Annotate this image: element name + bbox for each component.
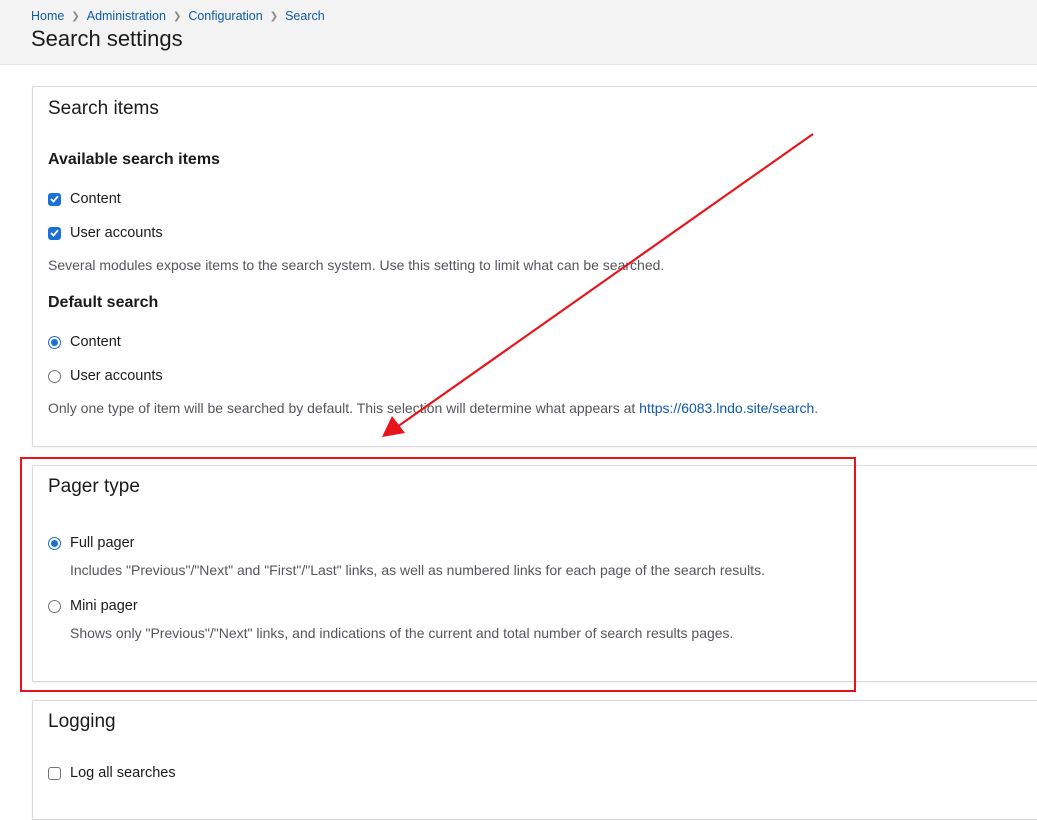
- page-title: Search settings: [31, 26, 183, 51]
- pager-option-full-description: Includes "Previous"/"Next" and "First"/"…: [70, 562, 765, 578]
- available-item-content[interactable]: Content: [48, 191, 121, 207]
- pager-option-full-label: Full pager: [70, 535, 135, 551]
- pager-type-title: Pager type: [48, 476, 140, 497]
- default-search-user-accounts[interactable]: User accounts: [48, 368, 163, 384]
- search-page-link[interactable]: https://6083.lndo.site/search: [639, 400, 814, 416]
- default-search-description-suffix: .: [814, 400, 819, 416]
- pager-option-full[interactable]: Full pager: [48, 535, 134, 551]
- chevron-right-icon: ❯: [71, 10, 80, 22]
- default-search-user-accounts-label: User accounts: [70, 368, 163, 384]
- breadcrumb-administration-link[interactable]: Administration: [87, 9, 166, 23]
- checkbox-checked-icon[interactable]: [48, 226, 61, 240]
- pager-type-card: Pager type Full pager Includes "Previous…: [32, 465, 1037, 682]
- logging-title: Logging: [48, 711, 116, 732]
- radio-unselected-icon[interactable]: [48, 369, 61, 383]
- log-all-searches-option[interactable]: Log all searches: [48, 765, 176, 781]
- default-search-description: Only one type of item will be searched b…: [48, 400, 818, 416]
- breadcrumb-home-link[interactable]: Home: [31, 9, 64, 23]
- radio-selected-icon[interactable]: [48, 536, 61, 550]
- radio-selected-icon[interactable]: [48, 335, 61, 349]
- logging-card: Logging Log all searches: [32, 700, 1037, 820]
- default-search-description-text: Only one type of item will be searched b…: [48, 400, 640, 416]
- default-search-content[interactable]: Content: [48, 334, 121, 350]
- available-item-user-accounts-label: User accounts: [70, 225, 163, 241]
- chevron-right-icon: ❯: [172, 10, 182, 22]
- breadcrumb: Home ❯ Administration ❯ Configuration ❯ …: [31, 9, 325, 23]
- pager-option-mini-label: Mini pager: [70, 598, 138, 614]
- available-item-user-accounts[interactable]: User accounts: [48, 225, 163, 241]
- checkbox-unchecked-icon[interactable]: [48, 766, 61, 780]
- checkbox-checked-icon[interactable]: [48, 192, 61, 206]
- available-search-items-heading: Available search items: [48, 151, 220, 168]
- breadcrumb-search-link[interactable]: Search: [285, 9, 325, 23]
- radio-unselected-icon[interactable]: [48, 599, 61, 613]
- page-header: Home ❯ Administration ❯ Configuration ❯ …: [0, 0, 1037, 65]
- search-items-card: Search items Available search items Cont…: [32, 86, 1037, 447]
- available-search-items-description: Several modules expose items to the sear…: [48, 257, 665, 273]
- breadcrumb-configuration-link[interactable]: Configuration: [188, 9, 262, 23]
- pager-option-mini[interactable]: Mini pager: [48, 598, 138, 614]
- pager-option-mini-description: Shows only "Previous"/"Next" links, and …: [70, 625, 734, 641]
- search-items-title: Search items: [48, 98, 159, 119]
- chevron-right-icon: ❯: [269, 10, 279, 22]
- available-item-content-label: Content: [70, 191, 121, 207]
- log-all-searches-label: Log all searches: [70, 765, 176, 781]
- default-search-content-label: Content: [70, 334, 121, 350]
- default-search-heading: Default search: [48, 294, 159, 311]
